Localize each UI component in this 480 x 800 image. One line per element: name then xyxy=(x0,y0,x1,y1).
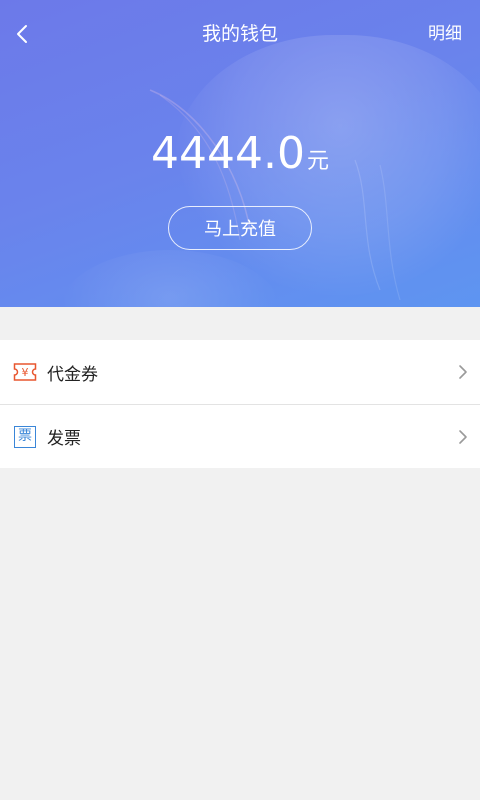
menu-item-invoice[interactable]: 票 发票 xyxy=(0,404,480,468)
page-title: 我的钱包 xyxy=(201,23,278,45)
chevron-right-icon xyxy=(459,365,467,379)
voucher-icon: ¥ xyxy=(13,360,37,384)
wallet-header: 我的钱包 明细 4444.0元 马上充值 xyxy=(0,0,480,307)
invoice-icon: 票 xyxy=(13,425,37,449)
chevron-right-icon xyxy=(459,429,467,444)
wallet-menu: ¥ 代金券 票 发票 xyxy=(0,340,480,468)
menu-item-voucher[interactable]: ¥ 代金券 xyxy=(0,340,480,404)
balance-display: 4444.0元 xyxy=(0,128,480,179)
menu-item-label: 发票 xyxy=(47,429,81,449)
balance-amount: 4444.0 xyxy=(151,128,305,179)
menu-item-label: 代金券 xyxy=(47,364,98,385)
recharge-button[interactable]: 马上充值 xyxy=(168,206,312,250)
invoice-icon-glyph: 票 xyxy=(14,425,36,448)
svg-text:¥: ¥ xyxy=(22,366,29,379)
detail-link[interactable]: 明细 xyxy=(428,20,462,48)
balance-unit: 元 xyxy=(306,149,329,174)
